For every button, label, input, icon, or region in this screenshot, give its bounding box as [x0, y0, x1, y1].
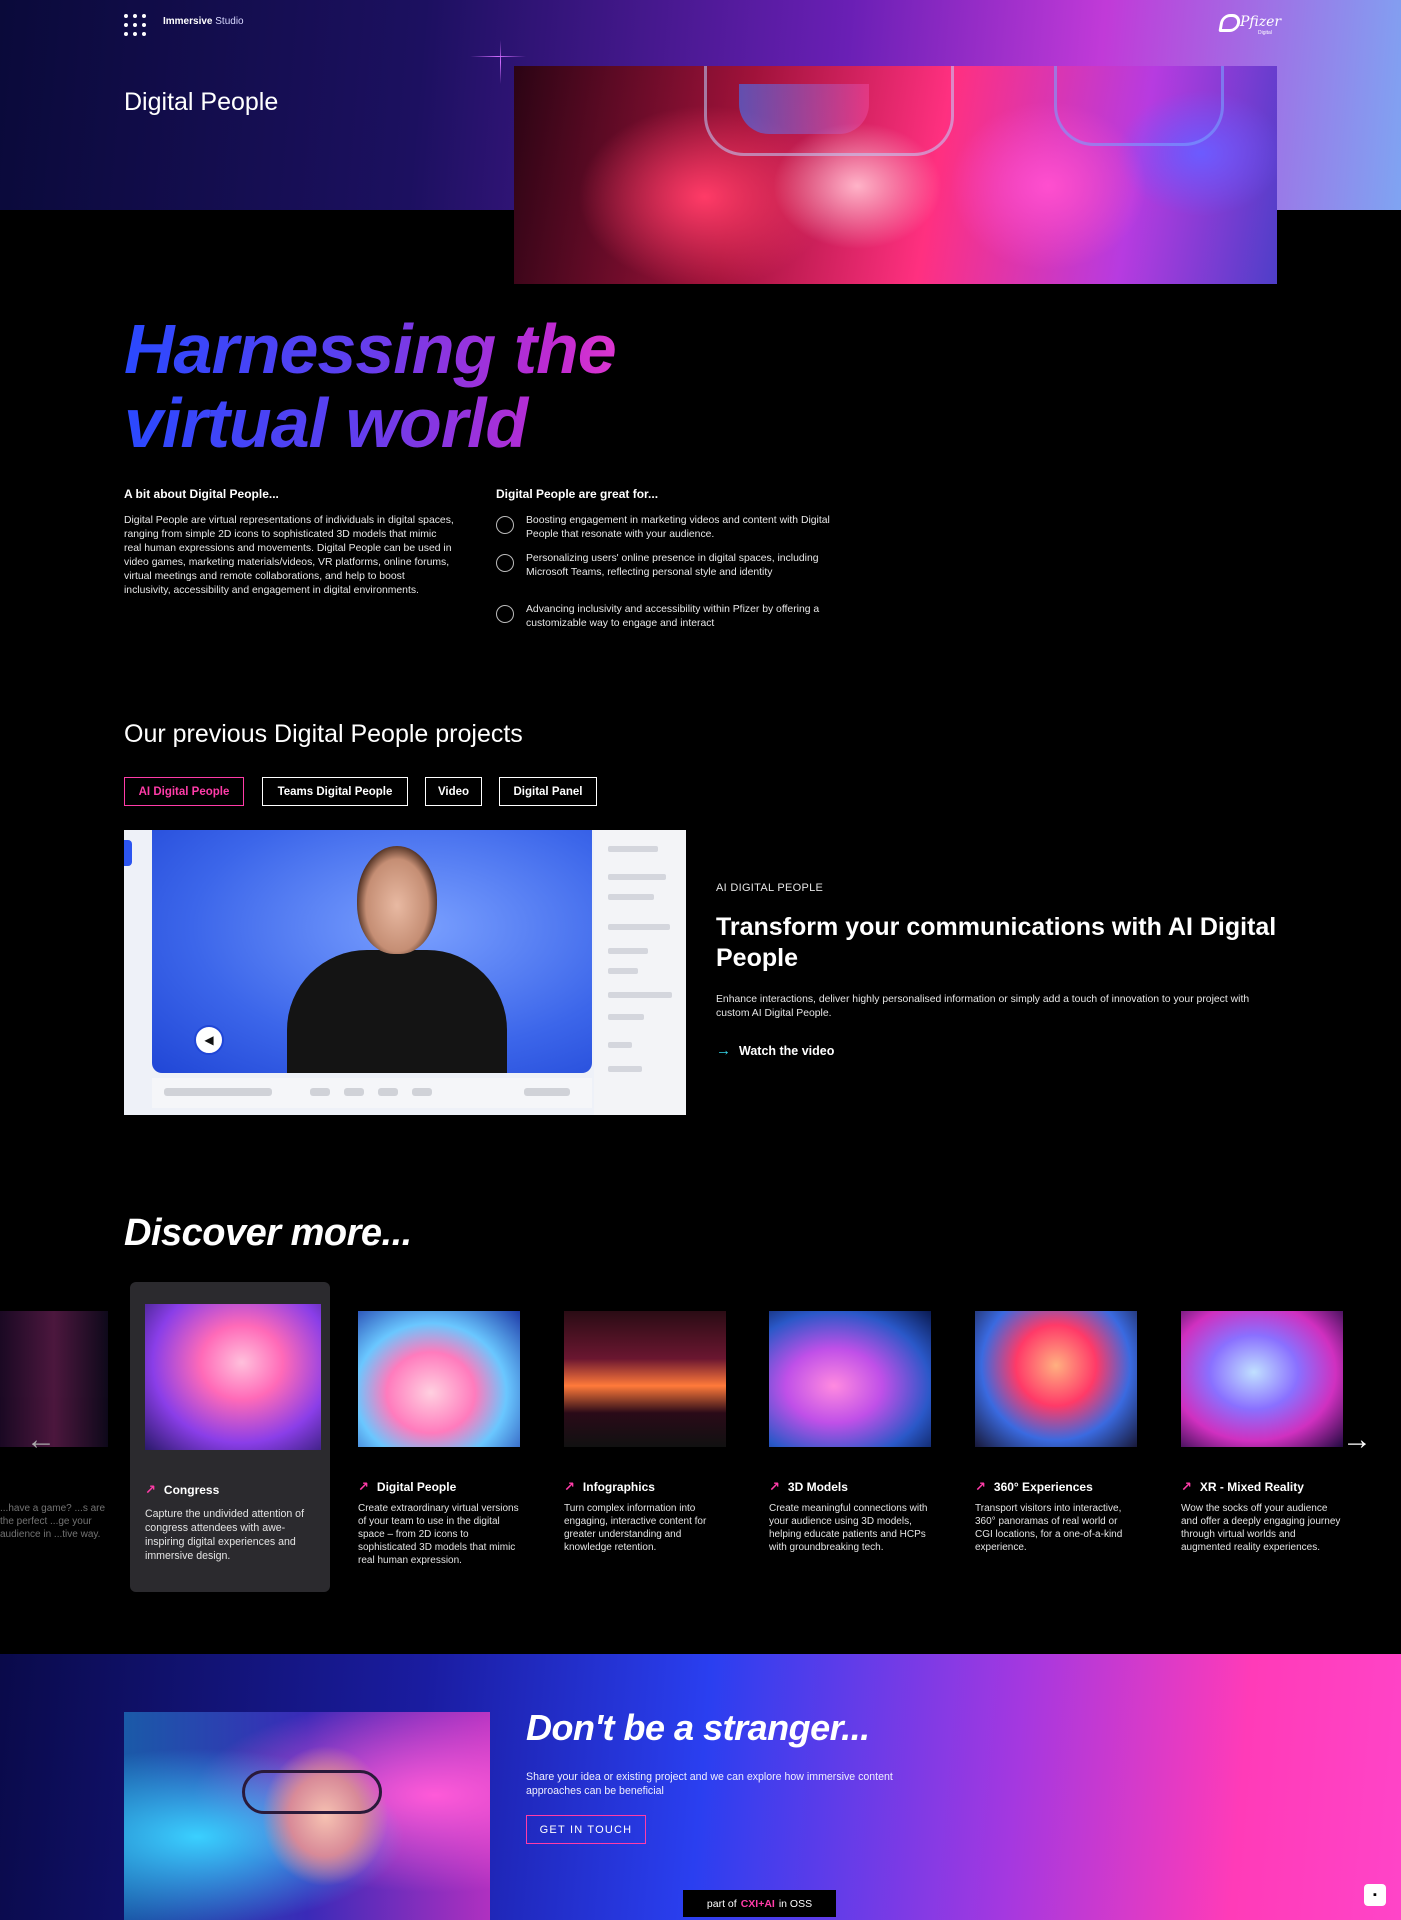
footer-pill[interactable]: part of CXI+AI in OSS — [683, 1890, 836, 1917]
arrow-up-right-icon: ↗ — [564, 1479, 575, 1494]
cta-image — [124, 1712, 490, 1920]
card-thumbnail — [769, 1311, 931, 1447]
headline-line-1: Harnessing the — [124, 310, 616, 388]
card-thumbnail — [975, 1311, 1137, 1447]
get-in-touch-button[interactable]: GET IN TOUCH — [526, 1815, 646, 1844]
benefit-text: Personalizing users' online presence in … — [526, 553, 819, 578]
carousel-card-xr-mixed-reality[interactable]: ↗ XR - Mixed Reality Wow the socks off yo… — [1162, 1282, 1362, 1592]
carousel-card-congress[interactable]: ↗ Congress Capture the undivided attentio… — [130, 1282, 330, 1592]
pfizer-sub: Digital — [1258, 30, 1272, 36]
pfizer-wordmark: Pfizer — [1240, 14, 1282, 30]
benefit-text: Boosting engagement in marketing videos … — [526, 515, 830, 540]
footer-prefix: part of — [706, 1897, 737, 1910]
carousel-card-3d-models[interactable]: ↗ 3D Models Create meaningful connections… — [750, 1282, 950, 1592]
watch-video-link[interactable]: → Watch the video — [716, 1042, 834, 1059]
menu-grid-icon[interactable] — [124, 14, 146, 36]
card-title: ↗ Congress — [145, 1482, 219, 1498]
card-thumbnail — [145, 1304, 321, 1450]
thumbs-up-icon — [496, 554, 514, 572]
card-description: ...have a game? ...s are the perfect ...… — [0, 1503, 106, 1540]
hero-glasses-second — [1054, 66, 1224, 146]
arrow-up-right-icon: ↗ — [769, 1479, 780, 1494]
card-thumbnail — [358, 1311, 520, 1447]
card-title: ↗ Infographics — [564, 1479, 655, 1495]
arrow-up-right-icon: ↗ — [145, 1482, 156, 1497]
project-description: Enhance interactions, deliver highly per… — [716, 994, 1250, 1019]
benefit-text: Advancing inclusivity and accessibility … — [526, 604, 820, 629]
tab-teams-digital-people[interactable]: Teams Digital People — [262, 777, 408, 806]
card-title: ↗ 360° Experiences — [975, 1479, 1093, 1495]
card-description: Capture the undivided attention of congr… — [145, 1508, 305, 1562]
top-nav: Immersive Studio Pfizer Digital — [0, 0, 1401, 48]
project-side-panel — [594, 830, 686, 1115]
brand-name[interactable]: Immersive Studio — [163, 16, 244, 27]
benefit-item: Advancing inclusivity and accessibility … — [496, 603, 856, 647]
avatar-body — [287, 950, 507, 1073]
card-title-text: Congress — [163, 1483, 220, 1497]
discover-title: Discover more... — [124, 1212, 412, 1254]
carousel-card-infographics[interactable]: ↗ Infographics Turn complex information i… — [545, 1282, 745, 1592]
chat-icon[interactable]: ▪ — [1364, 1884, 1386, 1906]
pfizer-mark-icon — [1218, 14, 1242, 32]
footer-accent: CXI+AI — [740, 1897, 775, 1910]
arrow-up-right-icon: ↗ — [975, 1479, 986, 1494]
carousel-card-360-experiences[interactable]: ↗ 360° Experiences Transport visitors int… — [956, 1282, 1156, 1592]
cta-description: Share your idea or existing project and … — [526, 1771, 893, 1797]
project-title: Transform your communications with AI Di… — [716, 913, 1277, 972]
card-title-text: 3D Models — [787, 1480, 848, 1494]
cta-title: Don't be a stranger... — [526, 1707, 870, 1748]
card-thumbnail — [564, 1311, 726, 1447]
card-title: ↗ 3D Models — [769, 1479, 848, 1495]
arrow-right-icon: → — [716, 1042, 731, 1059]
benefit-item: Personalizing users' online presence in … — [496, 552, 856, 596]
great-for-heading: Digital People are great for... — [496, 487, 659, 501]
card-title-text: Infographics — [582, 1480, 655, 1494]
people-icon — [496, 516, 514, 534]
about-body: Digital People are virtual representatio… — [124, 515, 454, 596]
project-stage: ◀ — [152, 830, 592, 1073]
arrow-up-right-icon: ↗ — [1181, 1479, 1192, 1494]
carousel-prev-arrow-icon[interactable]: ← — [24, 1423, 58, 1457]
card-title-text: Digital People — [376, 1480, 457, 1494]
card-description: Create meaningful connections with your … — [769, 1503, 928, 1553]
card-title-text: 360° Experiences — [993, 1480, 1093, 1494]
project-toolbar — [152, 1078, 592, 1108]
card-title: ↗ Digital People — [358, 1479, 456, 1495]
pfizer-logo[interactable]: Pfizer Digital — [1218, 12, 1281, 36]
card-description: Wow the socks off your audience and offe… — [1181, 1503, 1341, 1553]
page-title: Digital People — [124, 88, 279, 116]
project-edge-tab — [124, 840, 132, 866]
avatar-head — [357, 846, 437, 954]
hero-image — [514, 66, 1277, 284]
headline: Harnessing the virtual world — [124, 312, 664, 460]
watch-video-label: Watch the video — [739, 1043, 835, 1058]
brand-light: Studio — [215, 16, 244, 27]
project-kicker: AI DIGITAL PEOPLE — [716, 882, 824, 894]
card-description: Create extraordinary virtual versions of… — [358, 1503, 519, 1566]
carousel-card-digital-people[interactable]: ↗ Digital People Create extraordinary vir… — [339, 1282, 539, 1592]
card-title: ↗ XR - Mixed Reality — [1181, 1479, 1304, 1495]
page: Immersive Studio Pfizer Digital Digital … — [0, 0, 1401, 1920]
tab-digital-panel[interactable]: Digital Panel — [499, 777, 597, 806]
carousel-next-arrow-icon[interactable]: → — [1340, 1423, 1374, 1457]
card-thumbnail — [1181, 1311, 1343, 1447]
card-description: Transport visitors into interactive, 360… — [975, 1503, 1123, 1553]
arrow-up-right-icon: ↗ — [358, 1479, 369, 1494]
tab-ai-digital-people[interactable]: AI Digital People — [124, 777, 244, 806]
headline-line-2: virtual world — [124, 384, 528, 462]
speaker-icon[interactable]: ◀ — [194, 1025, 224, 1055]
projects-title: Our previous Digital People projects — [124, 720, 523, 748]
accessibility-icon — [496, 605, 514, 623]
about-heading: A bit about Digital People... — [124, 487, 279, 501]
footer-suffix: in OSS — [778, 1897, 813, 1910]
hero-glasses — [704, 66, 954, 156]
project-video-thumbnail[interactable]: ◀ — [124, 830, 686, 1115]
brand-bold: Immersive — [163, 16, 213, 27]
cta-glasses — [242, 1770, 382, 1814]
card-title-text: XR - Mixed Reality — [1199, 1480, 1304, 1494]
tab-video[interactable]: Video — [425, 777, 482, 806]
card-description: Turn complex information into engaging, … — [564, 1503, 707, 1553]
